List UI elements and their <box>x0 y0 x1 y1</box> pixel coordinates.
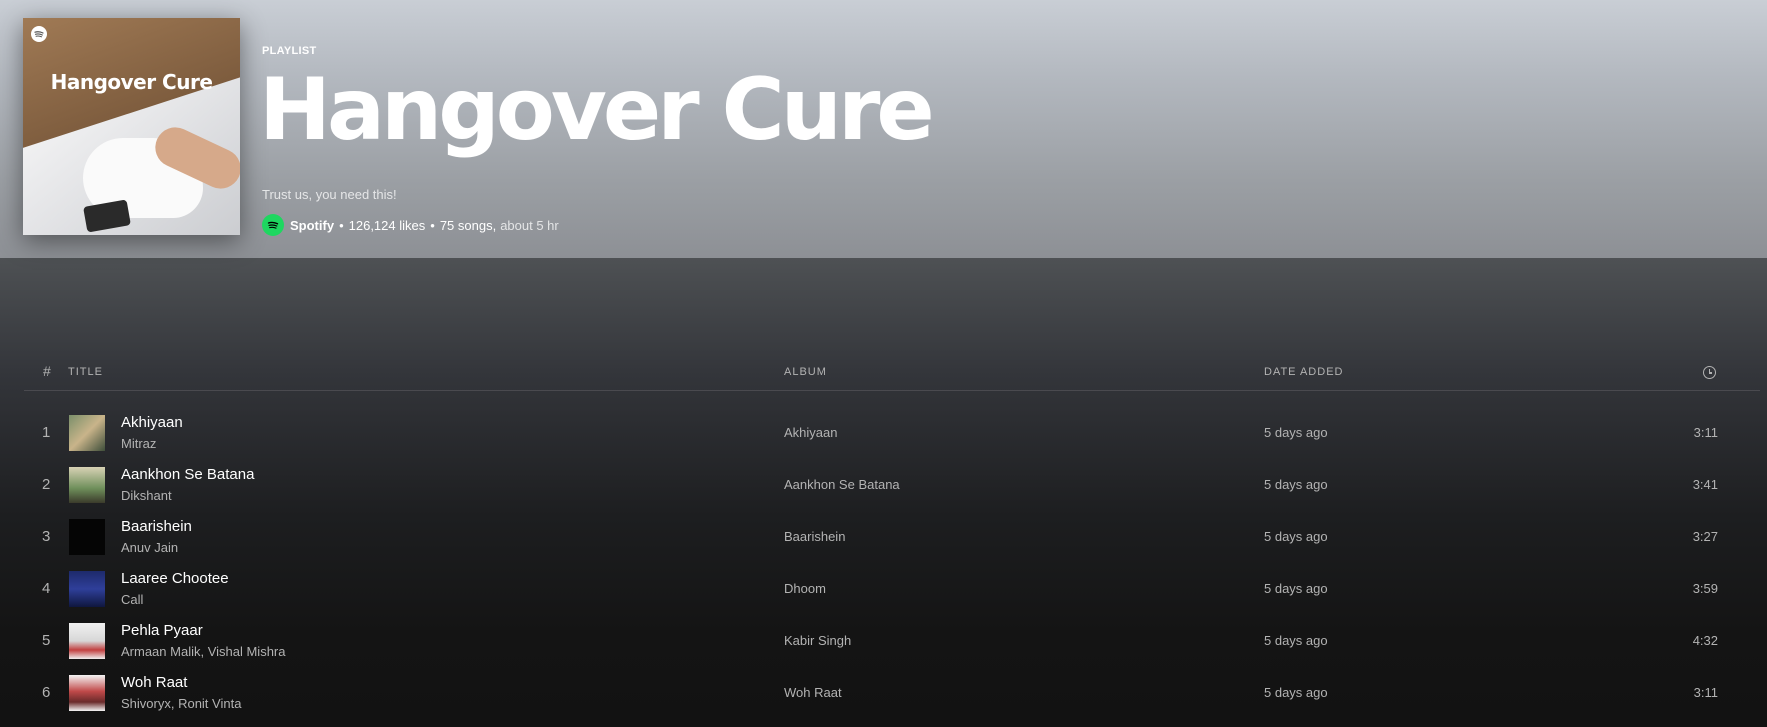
track-artist[interactable]: Shivoryx, Ronit Vinta <box>121 696 241 711</box>
track-number: 1 <box>42 424 51 441</box>
track-date-added: 5 days ago <box>1264 685 1328 700</box>
table-row[interactable]: 5 Pehla Pyaar Armaan Malik, Vishal Mishr… <box>24 614 1760 666</box>
table-row[interactable]: 1 Akhiyaan Mitraz Akhiyaan 5 days ago 3:… <box>24 406 1760 458</box>
column-title-header[interactable]: TITLE <box>68 366 103 378</box>
track-date-added: 5 days ago <box>1264 529 1328 544</box>
track-title[interactable]: Pehla Pyaar <box>121 622 203 639</box>
track-artist[interactable]: Armaan Malik, Vishal Mishra <box>121 644 285 659</box>
spotify-cover-logo-icon <box>31 26 47 42</box>
playlist-type-label: PLAYLIST <box>262 45 317 57</box>
column-album-header[interactable]: ALBUM <box>784 366 827 378</box>
album-art <box>69 675 105 711</box>
track-date-added: 5 days ago <box>1264 633 1328 648</box>
track-number: 6 <box>42 684 51 701</box>
track-date-added: 5 days ago <box>1264 581 1328 596</box>
clock-icon <box>1703 366 1716 379</box>
track-artist[interactable]: Dikshant <box>121 488 172 503</box>
track-album[interactable]: Kabir Singh <box>784 633 851 648</box>
track-title[interactable]: Baarishein <box>121 518 192 535</box>
playlist-likes: 126,124 likes <box>348 217 426 233</box>
track-title[interactable]: Aankhon Se Batana <box>121 466 254 483</box>
album-art <box>69 571 105 607</box>
track-duration: 3:27 <box>1692 529 1718 544</box>
track-number: 3 <box>42 528 51 545</box>
playlist-description: Trust us, you need this! <box>262 187 397 202</box>
track-album[interactable]: Baarishein <box>784 529 845 544</box>
album-art <box>69 467 105 503</box>
meta-separator: • <box>339 217 344 233</box>
track-duration: 3:11 <box>1693 425 1718 440</box>
track-album[interactable]: Aankhon Se Batana <box>784 477 900 492</box>
track-duration: 4:32 <box>1692 633 1718 648</box>
tracklist-header: # TITLE ALBUM DATE ADDED <box>24 360 1760 391</box>
table-row[interactable]: 2 Aankhon Se Batana Dikshant Aankhon Se … <box>24 458 1760 510</box>
playlist-cover[interactable]: Hangover Cure <box>23 18 240 235</box>
album-art <box>69 415 105 451</box>
track-duration: 3:59 <box>1692 581 1718 596</box>
table-row[interactable]: 4 Laaree Chootee Call Dhoom 5 days ago 3… <box>24 562 1760 614</box>
track-date-added: 5 days ago <box>1264 477 1328 492</box>
track-album[interactable]: Woh Raat <box>784 685 842 700</box>
meta-separator: • <box>430 217 435 233</box>
track-artist[interactable]: Call <box>121 592 143 607</box>
track-duration: 3:41 <box>1692 477 1718 492</box>
album-art <box>69 519 105 555</box>
table-row[interactable]: 3 Baarishein Anuv Jain Baarishein 5 days… <box>24 510 1760 562</box>
column-number-header: # <box>43 363 52 379</box>
track-title[interactable]: Laaree Chootee <box>121 570 229 587</box>
page-title: Hangover Cure <box>259 60 935 160</box>
tracklist: 1 Akhiyaan Mitraz Akhiyaan 5 days ago 3:… <box>24 406 1760 718</box>
track-album[interactable]: Akhiyaan <box>784 425 837 440</box>
track-number: 5 <box>42 632 51 649</box>
track-album[interactable]: Dhoom <box>784 581 826 596</box>
track-title[interactable]: Woh Raat <box>121 674 187 691</box>
playlist-meta: Spotify • 126,124 likes • 75 songs, abou… <box>262 213 559 237</box>
track-artist[interactable]: Anuv Jain <box>121 540 178 555</box>
playlist-owner-link[interactable]: Spotify <box>290 218 334 233</box>
album-art <box>69 623 105 659</box>
table-row[interactable]: 6 Woh Raat Shivoryx, Ronit Vinta Woh Raa… <box>24 666 1760 718</box>
playlist-song-count: 75 songs, <box>439 217 497 233</box>
track-number: 4 <box>42 580 51 597</box>
column-duration-header[interactable] <box>1703 366 1716 379</box>
spotify-logo-icon[interactable] <box>262 214 284 236</box>
playlist-duration: about 5 hr <box>500 217 559 233</box>
column-date-added-header[interactable]: DATE ADDED <box>1264 366 1343 378</box>
track-artist[interactable]: Mitraz <box>121 436 156 451</box>
cover-title-text: Hangover Cure <box>50 70 213 94</box>
track-date-added: 5 days ago <box>1264 425 1328 440</box>
track-number: 2 <box>42 476 51 493</box>
track-duration: 3:11 <box>1693 685 1718 700</box>
track-title[interactable]: Akhiyaan <box>121 414 183 431</box>
